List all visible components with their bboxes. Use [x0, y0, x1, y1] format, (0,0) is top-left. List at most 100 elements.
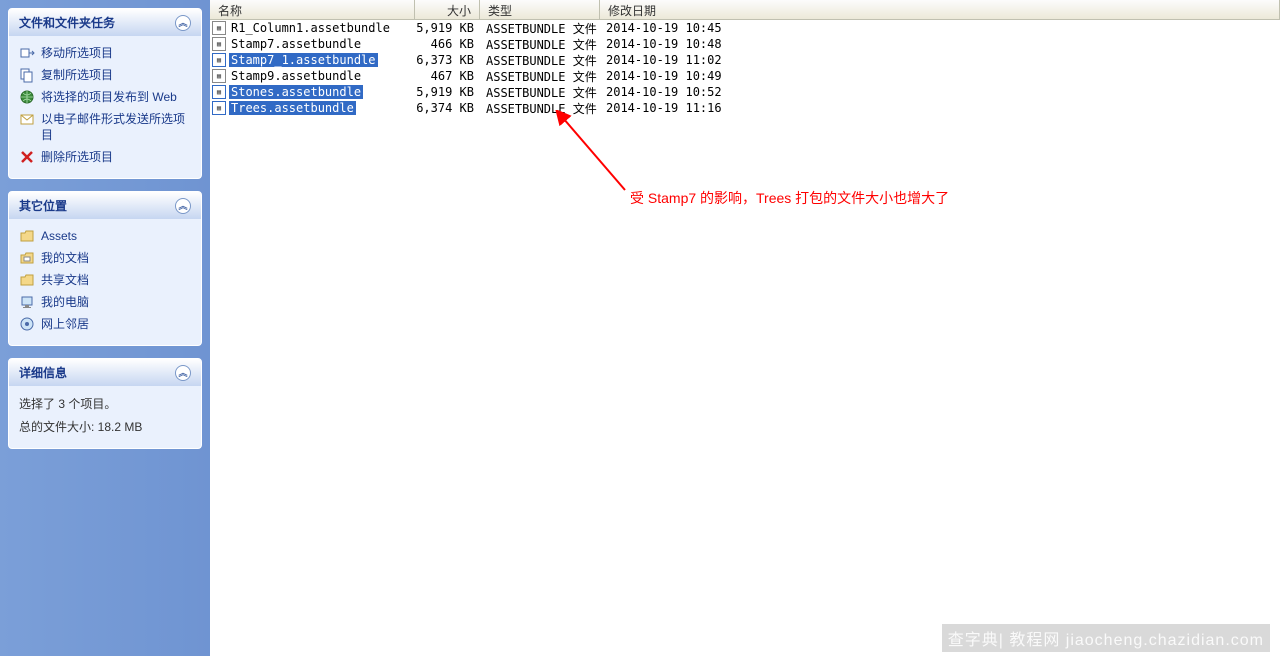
- file-row[interactable]: ▦R1_Column1.assetbundle5,919 KBASSETBUND…: [210, 20, 1280, 36]
- file-type: ASSETBUNDLE 文件: [480, 68, 600, 85]
- file-list: ▦R1_Column1.assetbundle5,919 KBASSETBUND…: [210, 20, 1280, 116]
- watermark: 查字典| 教程网 jiaocheng.chazidian.com: [942, 624, 1270, 652]
- annotation-arrow: [555, 110, 635, 200]
- annotation-text: 受 Stamp7 的影响，Trees 打包的文件大小也增大了: [630, 188, 949, 208]
- place-item[interactable]: Assets: [19, 225, 191, 247]
- chevron-up-icon: ︽: [175, 365, 191, 381]
- task-label: 删除所选项目: [41, 149, 113, 165]
- place-label: 网上邻居: [41, 316, 89, 332]
- column-header-date[interactable]: 修改日期: [600, 0, 1280, 19]
- details-selection-count: 选择了 3 个项目。: [19, 392, 191, 415]
- file-name-cell: ▦Stamp7.assetbundle: [210, 37, 415, 51]
- details-total-size: 总的文件大小: 18.2 MB: [19, 415, 191, 438]
- file-date: 2014-10-19 10:48: [600, 37, 1280, 51]
- file-row[interactable]: ▦Stones.assetbundle5,919 KBASSETBUNDLE 文…: [210, 84, 1280, 100]
- file-date: 2014-10-19 11:02: [600, 53, 1280, 67]
- file-size: 6,374 KB: [415, 101, 480, 115]
- doc-icon: [19, 250, 35, 266]
- details-panel-title: 详细信息: [19, 364, 67, 381]
- sidebar: 文件和文件夹任务 ︽ 移动所选项目复制所选项目将选择的项目发布到 Web 以电子邮…: [0, 0, 210, 656]
- copy-icon: [19, 67, 35, 83]
- file-icon: ▦: [212, 69, 226, 83]
- file-name-cell: ▦Stones.assetbundle: [210, 85, 415, 99]
- column-header-size[interactable]: 大小: [415, 0, 480, 19]
- file-name-cell: ▦R1_Column1.assetbundle: [210, 21, 415, 35]
- web-icon: [19, 89, 35, 105]
- place-item[interactable]: 我的电脑: [19, 291, 191, 313]
- file-row[interactable]: ▦Stamp7_1.assetbundle6,373 KBASSETBUNDLE…: [210, 52, 1280, 68]
- details-panel-body: 选择了 3 个项目。 总的文件大小: 18.2 MB: [9, 386, 201, 448]
- task-item[interactable]: 删除所选项目: [19, 146, 191, 168]
- comp-icon: [19, 294, 35, 310]
- task-item[interactable]: 复制所选项目: [19, 64, 191, 86]
- file-type: ASSETBUNDLE 文件: [480, 100, 600, 117]
- file-type: ASSETBUNDLE 文件: [480, 84, 600, 101]
- places-panel-title: 其它位置: [19, 197, 67, 214]
- del-icon: [19, 149, 35, 165]
- column-header-name[interactable]: 名称: [210, 0, 415, 19]
- file-name: Stamp7_1.assetbundle: [229, 53, 378, 67]
- place-label: Assets: [41, 228, 77, 244]
- file-name: Stamp7.assetbundle: [229, 37, 363, 51]
- mail-icon: [19, 111, 35, 127]
- places-panel-body: Assets 我的文档共享文档我的电脑网上邻居: [9, 219, 201, 345]
- tasks-panel: 文件和文件夹任务 ︽ 移动所选项目复制所选项目将选择的项目发布到 Web 以电子邮…: [8, 8, 202, 179]
- details-panel: 详细信息 ︽ 选择了 3 个项目。 总的文件大小: 18.2 MB: [8, 358, 202, 449]
- file-size: 466 KB: [415, 37, 480, 51]
- file-date: 2014-10-19 10:49: [600, 69, 1280, 83]
- place-label: 我的电脑: [41, 294, 89, 310]
- folder-icon: [19, 228, 35, 244]
- file-icon: ▦: [212, 37, 226, 51]
- task-label: 以电子邮件形式发送所选项目: [41, 111, 191, 143]
- task-label: 复制所选项目: [41, 67, 113, 83]
- tasks-panel-title: 文件和文件夹任务: [19, 14, 115, 31]
- place-label: 共享文档: [41, 272, 89, 288]
- file-name: Stamp9.assetbundle: [229, 69, 363, 83]
- file-icon: ▦: [212, 21, 226, 35]
- chevron-up-icon: ︽: [175, 15, 191, 31]
- file-type: ASSETBUNDLE 文件: [480, 36, 600, 53]
- column-headers: 名称 大小 类型 修改日期: [210, 0, 1280, 20]
- file-row[interactable]: ▦Stamp9.assetbundle467 KBASSETBUNDLE 文件2…: [210, 68, 1280, 84]
- file-icon: ▦: [212, 85, 226, 99]
- places-panel-header[interactable]: 其它位置 ︽: [9, 192, 201, 219]
- file-type: ASSETBUNDLE 文件: [480, 52, 600, 69]
- net-icon: [19, 316, 35, 332]
- file-type: ASSETBUNDLE 文件: [480, 20, 600, 37]
- task-item[interactable]: 移动所选项目: [19, 42, 191, 64]
- column-header-type[interactable]: 类型: [480, 0, 600, 19]
- place-item[interactable]: 共享文档: [19, 269, 191, 291]
- task-item[interactable]: 将选择的项目发布到 Web: [19, 86, 191, 108]
- file-list-area: 名称 大小 类型 修改日期 ▦R1_Column1.assetbundle5,9…: [210, 0, 1280, 656]
- file-icon: ▦: [212, 101, 226, 115]
- file-name: R1_Column1.assetbundle: [229, 21, 392, 35]
- file-row[interactable]: ▦Trees.assetbundle6,374 KBASSETBUNDLE 文件…: [210, 100, 1280, 116]
- places-panel: 其它位置 ︽ Assets 我的文档共享文档我的电脑网上邻居: [8, 191, 202, 346]
- file-size: 5,919 KB: [415, 21, 480, 35]
- file-icon: ▦: [212, 53, 226, 67]
- chevron-up-icon: ︽: [175, 198, 191, 214]
- file-date: 2014-10-19 10:45: [600, 21, 1280, 35]
- place-item[interactable]: 网上邻居: [19, 313, 191, 335]
- move-icon: [19, 45, 35, 61]
- file-name-cell: ▦Stamp7_1.assetbundle: [210, 53, 415, 67]
- task-item[interactable]: 以电子邮件形式发送所选项目: [19, 108, 191, 146]
- file-size: 6,373 KB: [415, 53, 480, 67]
- file-name-cell: ▦Stamp9.assetbundle: [210, 69, 415, 83]
- place-label: 我的文档: [41, 250, 89, 266]
- file-row[interactable]: ▦Stamp7.assetbundle466 KBASSETBUNDLE 文件2…: [210, 36, 1280, 52]
- details-panel-header[interactable]: 详细信息 ︽: [9, 359, 201, 386]
- file-name-cell: ▦Trees.assetbundle: [210, 101, 415, 115]
- folder-icon: [19, 272, 35, 288]
- file-name: Trees.assetbundle: [229, 101, 356, 115]
- file-size: 5,919 KB: [415, 85, 480, 99]
- tasks-panel-header[interactable]: 文件和文件夹任务 ︽: [9, 9, 201, 36]
- tasks-panel-body: 移动所选项目复制所选项目将选择的项目发布到 Web 以电子邮件形式发送所选项目删除…: [9, 36, 201, 178]
- file-size: 467 KB: [415, 69, 480, 83]
- file-name: Stones.assetbundle: [229, 85, 363, 99]
- task-label: 移动所选项目: [41, 45, 113, 61]
- file-date: 2014-10-19 11:16: [600, 101, 1280, 115]
- task-label: 将选择的项目发布到 Web: [41, 89, 177, 105]
- place-item[interactable]: 我的文档: [19, 247, 191, 269]
- file-date: 2014-10-19 10:52: [600, 85, 1280, 99]
